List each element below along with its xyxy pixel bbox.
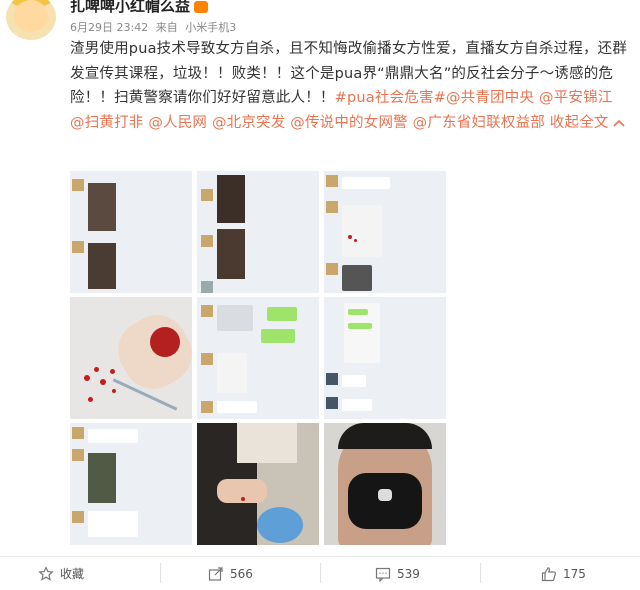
author-name[interactable]: 扎啤啤小红帽么益 xyxy=(70,0,209,16)
favorite-button[interactable]: 收藏 xyxy=(38,557,84,590)
image-thumb-6[interactable] xyxy=(324,297,446,419)
image-thumb-1[interactable] xyxy=(70,171,192,293)
image-thumb-9[interactable] xyxy=(324,423,446,545)
image-thumb-7[interactable] xyxy=(70,423,192,545)
mention-link-nwj[interactable]: @传说中的女网警 xyxy=(290,115,408,131)
mention-link-gdfl[interactable]: @广东省妇联权益部 xyxy=(413,115,545,131)
collapse-link[interactable]: 收起全文 xyxy=(550,115,609,131)
post-meta: 6月29日 23:42 来自 小米手机3 xyxy=(70,19,240,35)
post-date[interactable]: 6月29日 23:42 xyxy=(70,21,148,34)
vip-badge-icon xyxy=(194,0,209,13)
share-button[interactable]: 566 xyxy=(208,557,253,590)
image-thumb-2[interactable] xyxy=(197,171,319,293)
source-prefix: 来自 xyxy=(155,21,178,34)
action-bar: 收藏 566 539 175 xyxy=(0,556,640,590)
share-icon xyxy=(208,566,223,581)
mention-link-pajj[interactable]: @平安锦江 xyxy=(539,90,613,106)
chevron-up-icon[interactable] xyxy=(613,118,625,128)
mention-link-gqt[interactable]: @共青团中央 xyxy=(446,90,534,106)
mention-link-shdf[interactable]: @扫黄打非 xyxy=(70,115,144,131)
like-button[interactable]: 175 xyxy=(541,557,586,590)
author-name-text[interactable]: 扎啤啤小红帽么益 xyxy=(70,0,190,15)
image-thumb-8[interactable] xyxy=(197,423,319,545)
image-thumb-5[interactable] xyxy=(197,297,319,419)
comment-icon xyxy=(375,567,391,582)
post-content: 渣男使用pua技术导致女方自杀，且不知悔改偷播女方性爱，直播女方自杀过程，还群发… xyxy=(70,37,630,135)
mention-link-bjtf[interactable]: @北京突发 xyxy=(212,115,286,131)
source-device[interactable]: 小米手机3 xyxy=(185,21,236,34)
comment-count: 539 xyxy=(397,566,420,581)
author-avatar[interactable] xyxy=(6,0,56,40)
thumbs-up-icon xyxy=(541,566,556,581)
topic-tag-link[interactable]: #pua社会危害# xyxy=(335,90,446,106)
share-count: 566 xyxy=(230,566,253,581)
mention-link-rmw[interactable]: @人民网 xyxy=(148,115,207,131)
comment-button[interactable]: 539 xyxy=(375,557,420,590)
image-thumb-4[interactable] xyxy=(70,297,192,419)
like-count: 175 xyxy=(563,566,586,581)
image-thumb-3[interactable] xyxy=(324,171,446,293)
star-icon xyxy=(38,565,54,581)
favorite-label: 收藏 xyxy=(60,567,85,581)
